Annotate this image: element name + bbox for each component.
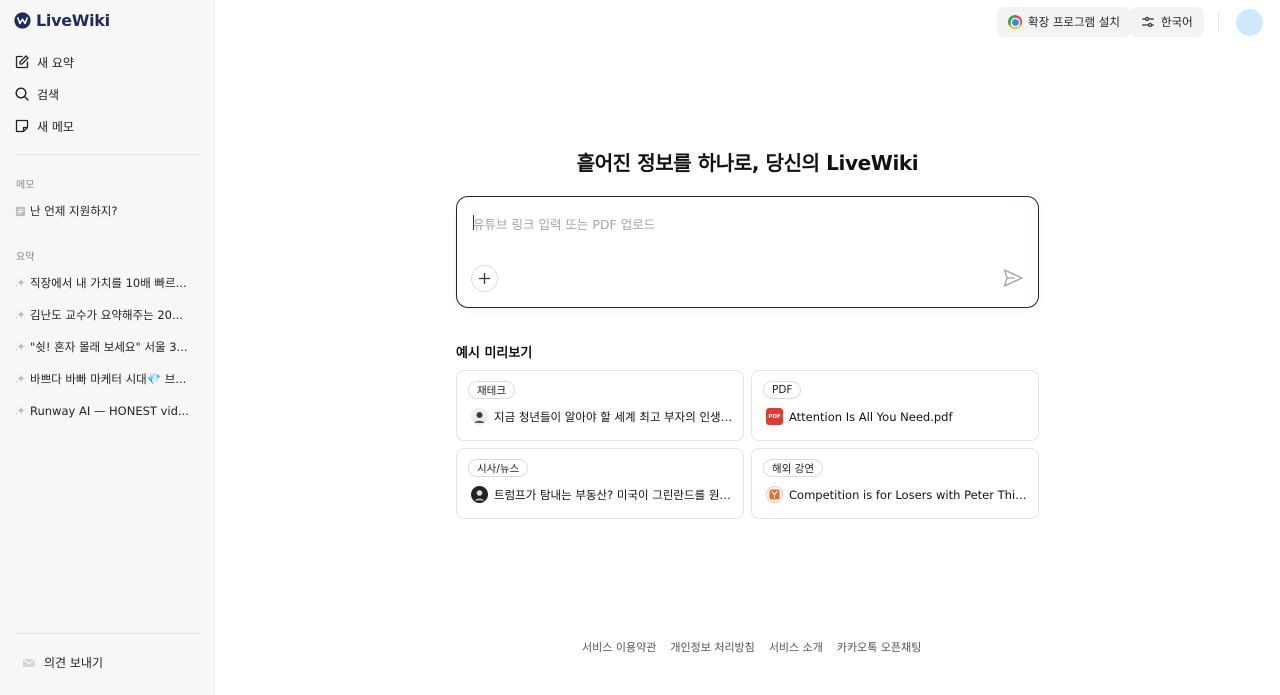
header-divider bbox=[1218, 12, 1219, 32]
mail-icon bbox=[23, 658, 35, 667]
url-input[interactable] bbox=[473, 214, 1013, 254]
page-title: 흩어진 정보를 하나로, 당신의 LiveWiki bbox=[576, 151, 919, 175]
example-title: 트럼프가 탐내는 부동산? 미국이 그린란드를 원하... bbox=[494, 487, 733, 502]
nav-new-summary-label: 새 요약 bbox=[37, 55, 74, 70]
send-icon[interactable] bbox=[1002, 267, 1024, 289]
summary-item[interactable]: 김난도 교수가 요약해주는 20... bbox=[8, 299, 207, 331]
kakao-openchat-link[interactable]: 카카오톡 오픈채팅 bbox=[837, 639, 921, 655]
search-icon bbox=[15, 87, 29, 101]
nav-new-summary[interactable]: 새 요약 bbox=[8, 46, 207, 78]
example-card[interactable]: 시사/뉴스 트럼프가 탐내는 부동산? 미국이 그린란드를 원하... bbox=[456, 448, 744, 519]
memo-item-label: 난 언제 지원하지? bbox=[30, 204, 118, 218]
logo-text: LiveWiki bbox=[36, 11, 110, 30]
summary-item-label: 직장에서 내 가치를 10배 빠르... bbox=[30, 276, 187, 290]
language-label: 한국어 bbox=[1161, 15, 1193, 29]
category-tag: 해외 강연 bbox=[763, 459, 823, 477]
install-extension-label: 확장 프로그램 설치 bbox=[1028, 15, 1120, 29]
terms-link[interactable]: 서비스 이용약관 bbox=[582, 639, 656, 655]
memo-item[interactable]: 난 언제 지원하지? bbox=[8, 195, 207, 227]
ycombinator-icon bbox=[766, 486, 783, 503]
sparkle-icon bbox=[14, 277, 26, 289]
logo[interactable]: LiveWiki bbox=[14, 11, 110, 30]
memo-icon bbox=[14, 205, 26, 217]
category-tag: 시사/뉴스 bbox=[468, 459, 529, 477]
chrome-icon bbox=[1008, 15, 1022, 29]
category-tag: 재테크 bbox=[468, 381, 515, 399]
example-title: Attention Is All You Need.pdf bbox=[789, 409, 953, 424]
examples-title: 예시 미리보기 bbox=[456, 346, 533, 361]
plus-icon bbox=[478, 272, 491, 285]
nav-search[interactable]: 검색 bbox=[8, 78, 207, 110]
summary-item[interactable]: 바쁘다 바빠 마케터 시대💎 브... bbox=[8, 363, 207, 395]
summary-item-label: 김난도 교수가 요약해주는 20... bbox=[30, 308, 183, 322]
url-input-box bbox=[456, 196, 1039, 308]
summary-list: 직장에서 내 가치를 10배 빠르... 김난도 교수가 요약해주는 20...… bbox=[8, 267, 207, 427]
example-card[interactable]: 재테크 지금 청년들이 알아야 할 세계 최고 부자의 인생 조언 bbox=[456, 370, 744, 441]
example-title: 지금 청년들이 알아야 할 세계 최고 부자의 인생 조언 bbox=[494, 409, 733, 424]
sidebar-divider bbox=[14, 154, 200, 155]
sidebar-nav: 새 요약 검색 새 메모 bbox=[8, 46, 207, 142]
edit-icon bbox=[15, 55, 29, 69]
example-title: Competition is for Losers with Peter Thi… bbox=[789, 487, 1028, 502]
summary-item[interactable]: Runway AI — HONEST vid... bbox=[8, 395, 207, 427]
note-icon bbox=[15, 119, 29, 133]
pdf-icon: PDF bbox=[766, 408, 783, 425]
person-thumb-icon bbox=[471, 408, 488, 425]
summary-item[interactable]: 직장에서 내 가치를 10배 빠르... bbox=[8, 267, 207, 299]
sliders-icon bbox=[1141, 16, 1155, 28]
text-caret bbox=[473, 215, 474, 230]
summary-item-label: Runway AI — HONEST vid... bbox=[30, 404, 189, 418]
summary-item[interactable]: "쉿! 혼자 몰래 보세요" 서울 3... bbox=[8, 331, 207, 363]
example-card[interactable]: 해외 강연 Competition is for Losers with Pet… bbox=[751, 448, 1039, 519]
feedback-label: 의견 보내기 bbox=[44, 656, 104, 670]
sparkle-icon bbox=[14, 373, 26, 385]
about-link[interactable]: 서비스 소개 bbox=[769, 639, 823, 655]
example-card[interactable]: PDF PDF Attention Is All You Need.pdf bbox=[751, 370, 1039, 441]
sparkle-icon bbox=[14, 341, 26, 353]
language-button[interactable]: 한국어 bbox=[1130, 7, 1204, 37]
nav-new-memo-label: 새 메모 bbox=[37, 119, 74, 134]
nav-search-label: 검색 bbox=[37, 87, 60, 102]
summary-section-label: 요약 bbox=[16, 252, 35, 263]
category-tag: PDF bbox=[763, 381, 802, 399]
livewiki-logo-icon bbox=[14, 12, 31, 29]
avatar[interactable] bbox=[1236, 9, 1263, 36]
summary-item-label: 바쁘다 바빠 마케터 시대💎 브... bbox=[30, 372, 187, 386]
nav-new-memo[interactable]: 새 메모 bbox=[8, 110, 207, 142]
channel-thumb-icon bbox=[471, 486, 488, 503]
footer-links: 서비스 이용약관 개인정보 처리방침 서비스 소개 카카오톡 오픈채팅 bbox=[582, 639, 921, 655]
sidebar: LiveWiki 새 요약 검색 새 메모 메모 난 언제 지원하지? 요약 직… bbox=[0, 0, 215, 695]
memo-list: 난 언제 지원하지? bbox=[8, 195, 207, 227]
upload-button[interactable] bbox=[471, 265, 498, 292]
sidebar-bottom-divider bbox=[14, 633, 200, 634]
memo-section-label: 메모 bbox=[16, 180, 35, 191]
feedback-button[interactable]: 의견 보내기 bbox=[22, 654, 103, 671]
sparkle-icon bbox=[14, 405, 26, 417]
privacy-link[interactable]: 개인정보 처리방침 bbox=[670, 639, 754, 655]
summary-item-label: "쉿! 혼자 몰래 보세요" 서울 3... bbox=[30, 340, 188, 354]
install-extension-button[interactable]: 확장 프로그램 설치 bbox=[997, 7, 1131, 37]
sparkle-icon bbox=[14, 309, 26, 321]
